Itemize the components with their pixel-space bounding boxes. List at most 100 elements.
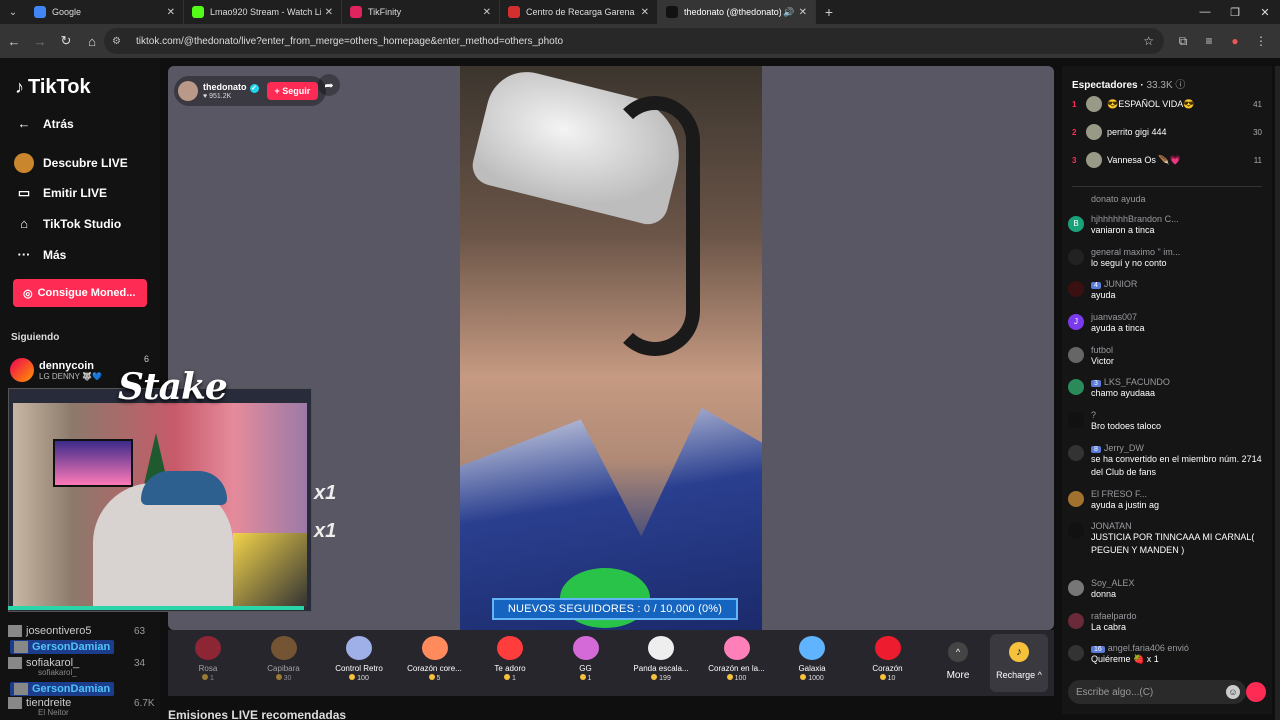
chrome-menu-icon[interactable]: ⋮ (1248, 34, 1274, 48)
browser-tab[interactable]: TikFinity ✕ (342, 0, 500, 24)
chat-username[interactable]: El FRESO F... (1091, 489, 1264, 499)
media-control-icon[interactable]: ≡ (1196, 34, 1222, 48)
gift-item[interactable]: Te adoro 1 (475, 636, 545, 682)
gift-name: Panda escala... (633, 664, 689, 673)
avatar[interactable] (1068, 491, 1084, 507)
avatar[interactable] (1068, 580, 1084, 596)
nav-go-live[interactable]: ▭ Emitir LIVE (14, 185, 107, 201)
share-icon[interactable]: ➦ (318, 74, 340, 96)
avatar[interactable] (1068, 523, 1084, 539)
close-tab-icon[interactable]: ✕ (167, 7, 175, 18)
close-tab-icon[interactable]: ✕ (799, 7, 807, 18)
viewers-title[interactable]: Espectadores · 33.3K ⓘ (1072, 76, 1185, 91)
new-tab-button[interactable]: + (816, 4, 842, 20)
gift-item[interactable]: Corazón en la... 100 (702, 636, 772, 682)
chat-username[interactable]: futbol (1091, 345, 1264, 355)
page-scrollbar[interactable] (1275, 66, 1280, 720)
chat-text: se ha convertido en el miembro núm. 2714… (1091, 454, 1262, 477)
more-gifts-button[interactable]: ^ More (938, 636, 978, 681)
camera-icon: ▭ (17, 185, 31, 200)
favicon-icon (34, 6, 46, 18)
chat-username[interactable]: 16 angel.faria406 envió (1091, 643, 1264, 653)
minimize-button[interactable]: — (1190, 0, 1220, 24)
browser-tab[interactable]: Centro de Recarga Garena ✕ (500, 0, 658, 24)
close-tab-icon[interactable]: ✕ (325, 7, 333, 18)
chat-username[interactable]: 8 Jerry_DW (1091, 443, 1264, 453)
chat-username[interactable]: ? (1091, 410, 1264, 420)
nav-back[interactable]: ← Atrás (14, 116, 74, 131)
site-info-icon[interactable]: ⚙ (112, 36, 128, 47)
recharge-button[interactable]: ♪ Recharge ^ (990, 634, 1048, 692)
gift-item[interactable]: GG 1 (551, 636, 621, 682)
avatar[interactable]: B (1068, 216, 1084, 232)
nav-studio[interactable]: ⌂ TikTok Studio (14, 216, 121, 231)
ranking-row[interactable]: 1 😎ESPAÑOL VIDA😎 41 (1072, 94, 1262, 114)
help-icon[interactable]: ⓘ (1175, 80, 1185, 91)
extensions-icon[interactable]: ⧉ (1170, 34, 1196, 49)
browser-tab[interactable]: thedonato (@thedonato) e 🔊 ✕ (658, 0, 816, 24)
avatar[interactable] (1068, 347, 1084, 363)
chat-username[interactable]: 3 LKS_FACUNDO (1091, 377, 1264, 387)
browser-tab[interactable]: Google ✕ (26, 0, 184, 24)
forward-icon[interactable]: → (28, 29, 52, 53)
profile-avatar[interactable]: ● (1222, 34, 1248, 48)
live-video[interactable] (460, 66, 762, 630)
close-tab-icon[interactable]: ✕ (641, 7, 649, 18)
browser-tab[interactable]: Lmao920 Stream - Watch Live o ✕ (184, 0, 342, 24)
chat-username[interactable]: 4 JUNIOR (1091, 279, 1264, 289)
ranking-row[interactable]: 2 perrito gigi 444 30 (1072, 122, 1262, 142)
chat-username[interactable]: donato ayuda (1091, 194, 1264, 204)
following-item[interactable]: dennycoin LG DENNY 🐺💙 6 (10, 354, 149, 382)
tiktok-note-icon: ♪ (15, 77, 24, 97)
streamer-name[interactable]: thedonato (203, 82, 247, 92)
stake-logo: Stake (118, 366, 228, 408)
gift-send-icon[interactable] (1246, 682, 1266, 702)
chat-username[interactable]: hjhhhhhhBrandon C... (1091, 214, 1264, 224)
avatar[interactable] (1068, 445, 1084, 461)
gift-item[interactable]: Capibara 30 (249, 636, 319, 682)
tab-title: Google (52, 7, 82, 17)
emoji-icon[interactable]: ☺ (1226, 685, 1240, 699)
studio-house-icon: ⌂ (20, 216, 28, 231)
speaker-icon[interactable]: 🔊 (783, 7, 794, 18)
back-icon[interactable]: ← (2, 29, 26, 53)
following-title: Siguiendo (11, 332, 60, 343)
chat-username[interactable]: juanvas007 (1091, 312, 1264, 322)
tiktok-logo[interactable]: ♪ TikTok (15, 76, 91, 99)
coin-icon: ♪ (1009, 642, 1029, 662)
restore-button[interactable]: ❐ (1220, 0, 1250, 24)
gift-price: 1 (551, 674, 621, 682)
reload-icon[interactable]: ↻ (54, 29, 78, 53)
avatar[interactable] (1068, 281, 1084, 297)
avatar[interactable] (1068, 645, 1084, 661)
get-coins-button[interactable]: ◎ Consigue Moned... (13, 279, 147, 307)
chat-username[interactable]: JONATAN (1091, 521, 1264, 531)
nav-more[interactable]: ··· Más (14, 247, 67, 262)
nav-discover-live[interactable]: Descubre LIVE (14, 153, 128, 173)
gift-item[interactable]: Galaxia 1000 (777, 636, 847, 682)
tab-search-button[interactable]: ⌄ (0, 0, 26, 24)
ranking-row[interactable]: 3 Vannesa Os 🪶💗 11 (1072, 150, 1262, 170)
close-window-button[interactable]: ✕ (1250, 0, 1280, 24)
avatar[interactable] (1068, 249, 1084, 265)
bookmark-star-icon[interactable]: ☆ (1143, 34, 1154, 48)
gift-item[interactable]: Corazón core... 5 (400, 636, 470, 682)
follow-button[interactable]: + Seguir (266, 82, 319, 100)
avatar[interactable] (1068, 379, 1084, 395)
avatar[interactable]: J (1068, 314, 1084, 330)
chat-username[interactable]: rafaelpardo (1091, 611, 1264, 621)
avatar[interactable] (1068, 613, 1084, 629)
chat-username[interactable]: Soy_ALEX (1091, 578, 1264, 588)
gift-bar: Rosa 1 Capibara 30 Control Retro 100 Corazón c… (168, 630, 1054, 696)
chat-input[interactable]: Escribe algo...(C) ☺ (1068, 680, 1246, 704)
gift-item[interactable]: Rosa 1 (173, 636, 243, 682)
avatar[interactable] (1068, 412, 1084, 428)
address-bar[interactable]: ⚙ tiktok.com/@thedonato/live?enter_from_… (104, 28, 1164, 54)
gift-item[interactable]: Control Retro 100 (324, 636, 394, 682)
home-icon[interactable]: ⌂ (80, 29, 104, 53)
gift-item[interactable]: Corazón 10 (853, 636, 923, 682)
avatar[interactable] (178, 81, 198, 101)
close-tab-icon[interactable]: ✕ (483, 7, 491, 18)
gift-item[interactable]: Panda escala... 199 (626, 636, 696, 682)
chat-username[interactable]: general maximo " im... (1091, 247, 1264, 257)
